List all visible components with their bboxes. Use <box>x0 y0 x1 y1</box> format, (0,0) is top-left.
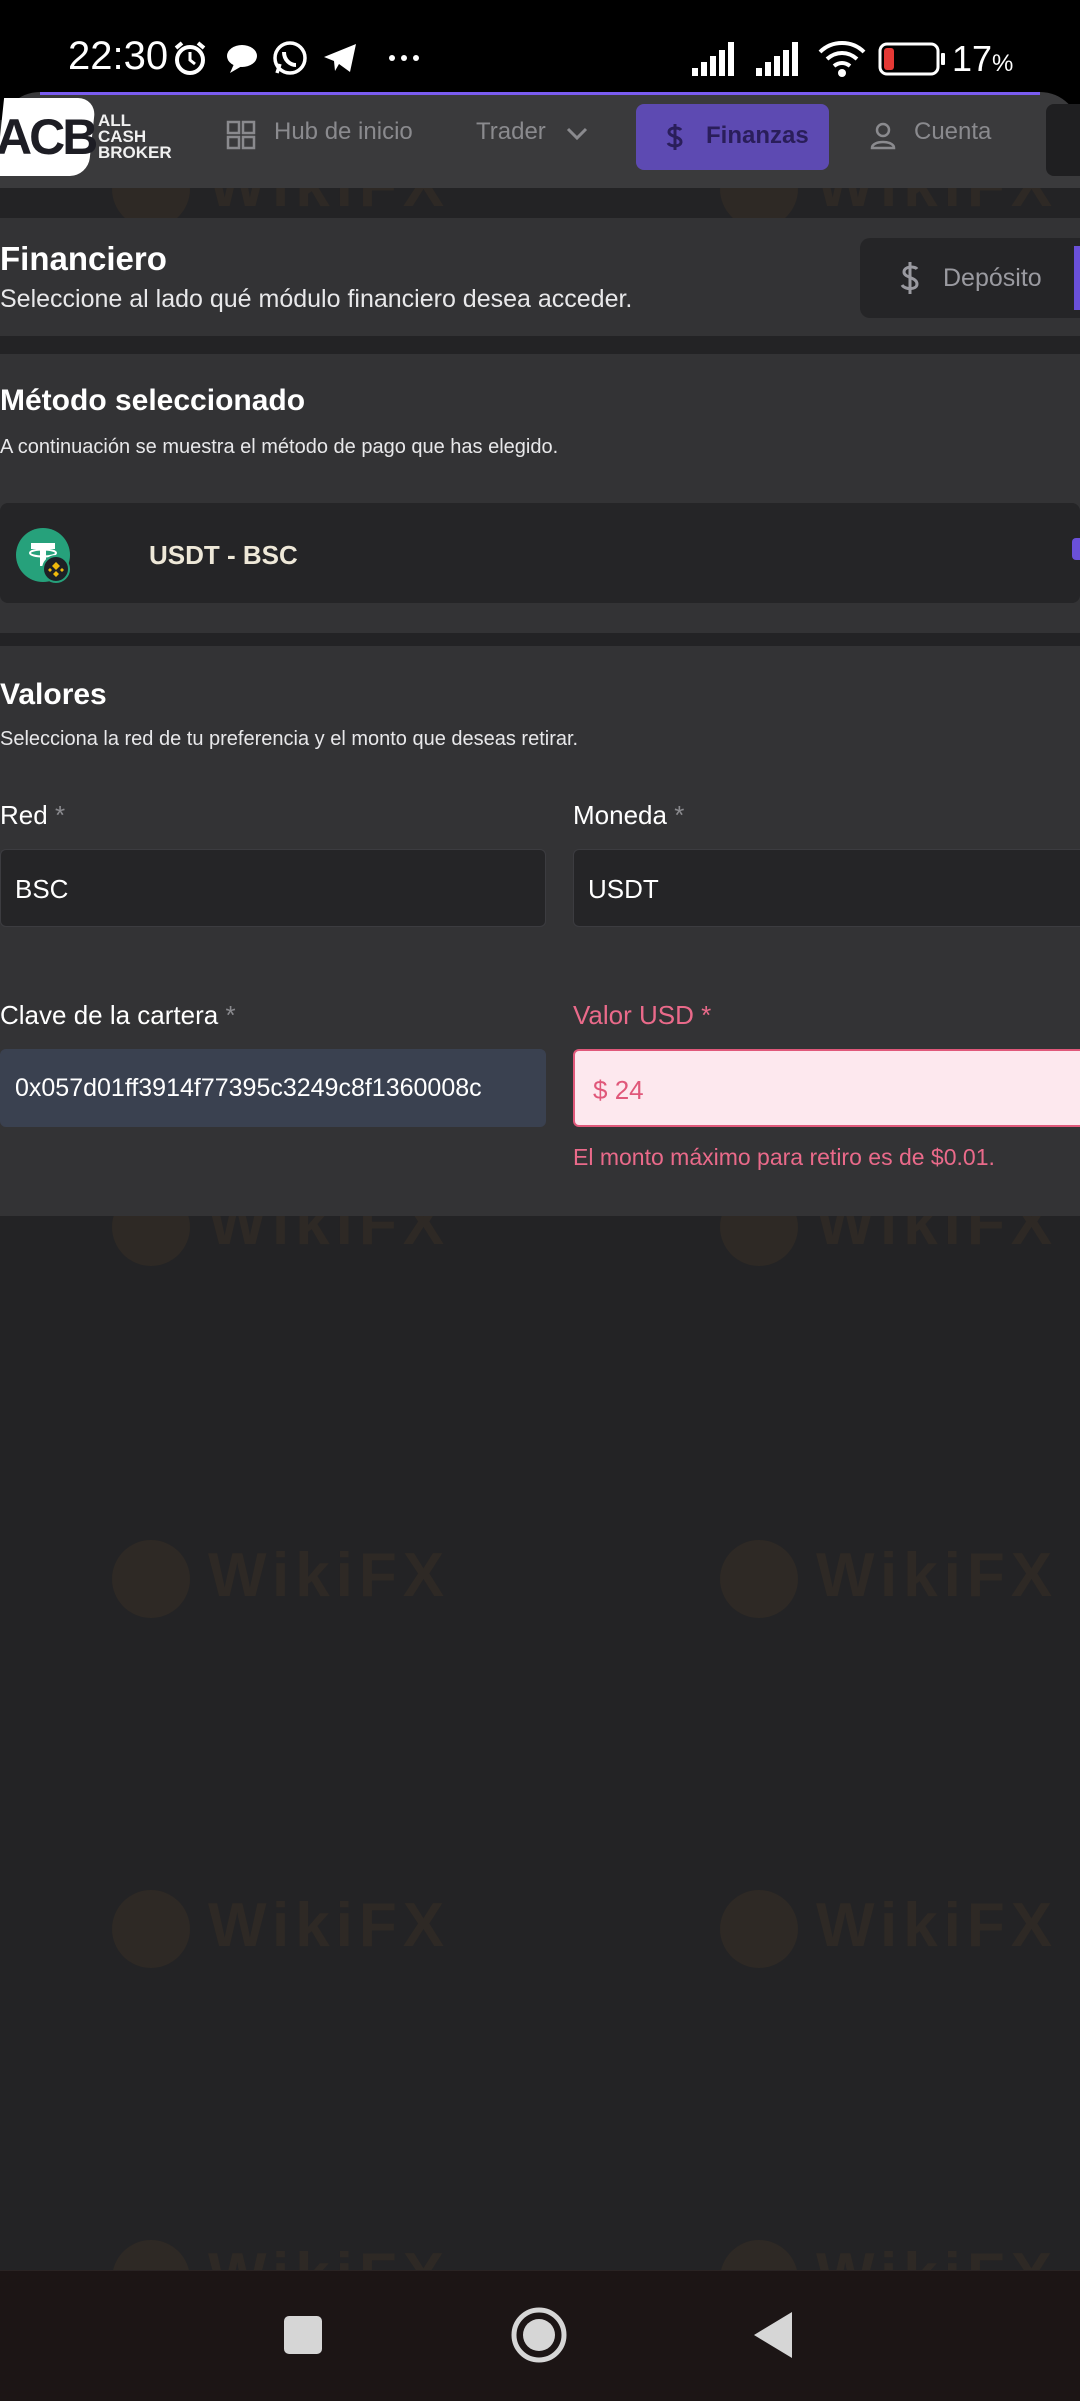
watermark-text: WikiFX <box>816 1891 1059 1960</box>
nav-item-cuenta-label: Cuenta <box>914 118 992 145</box>
user-icon <box>870 122 896 150</box>
nav-item-hub-label: Hub de inicio <box>274 118 413 145</box>
nav-item-trader[interactable]: Trader <box>476 118 606 158</box>
back-triangle-icon[interactable] <box>752 2310 796 2360</box>
moneda-label-text: Moneda <box>573 800 667 830</box>
red-label-text: Red <box>0 800 48 830</box>
battery-percent: 17% <box>952 38 1013 80</box>
battery-value: 17 <box>952 38 993 79</box>
watermark-logo-icon <box>720 1540 798 1618</box>
financiero-title: Financiero <box>0 240 167 277</box>
nav-item-cuenta[interactable]: Cuenta <box>870 118 1010 158</box>
usd-label: Valor USD * <box>573 1000 711 1031</box>
more-dots-icon <box>389 55 419 61</box>
nav-item-finanzas-label: Finanzas <box>706 122 809 149</box>
moneda-label: Moneda * <box>573 800 684 831</box>
bnb-icon <box>48 562 64 577</box>
red-label: Red * <box>0 800 65 831</box>
wallet-field[interactable]: 0x057d01ff3914f77395c3249c8f1360008c <box>0 1049 546 1127</box>
home-circle-icon[interactable] <box>510 2306 568 2364</box>
navbar-accent-line <box>40 92 1040 95</box>
valores-title: Valores <box>0 678 107 711</box>
battery-unit: % <box>992 50 1014 77</box>
watermark-text: WikiFX <box>208 1541 451 1610</box>
nav-overflow-button[interactable] <box>1046 104 1080 176</box>
method-radio-edge[interactable] <box>1072 538 1080 560</box>
usd-prefix: $ <box>593 1075 608 1105</box>
usd-label-text: Valor USD <box>573 1000 694 1030</box>
bsc-badge-icon <box>42 555 70 583</box>
metodo-subtitle: A continuación se muestra el método de p… <box>0 436 559 458</box>
grid-icon <box>226 120 256 150</box>
red-field[interactable]: BSC <box>0 849 546 927</box>
wallet-label: Clave de la cartera * <box>0 1000 236 1031</box>
watermark-logo-icon <box>112 1890 190 1968</box>
nav-item-trader-label: Trader <box>476 118 546 145</box>
wallet-field-value: 0x057d01ff3914f77395c3249c8f1360008c <box>15 1074 482 1102</box>
deposit-tab-label: Depósito <box>943 264 1042 292</box>
signal-2-icon <box>756 42 798 76</box>
battery-icon <box>878 42 945 76</box>
usd-amount-value: $ 24 <box>593 1075 644 1106</box>
watermark-logo-icon <box>720 1890 798 1968</box>
chat-bubble-icon <box>227 45 257 73</box>
metodo-title: Método seleccionado <box>0 384 306 417</box>
signal-1-icon <box>692 42 734 76</box>
dollar-icon <box>900 262 919 294</box>
brand-logo-line-3: BROKER <box>98 143 172 162</box>
whatsapp-icon <box>273 41 307 75</box>
required-mark: * <box>225 1000 236 1030</box>
required-mark: * <box>674 800 685 830</box>
chevron-down-icon <box>566 127 588 141</box>
usd-error-message: El monto máximo para retiro es de $0.01. <box>573 1144 995 1170</box>
usd-amount-field[interactable]: $ 24 <box>573 1049 1080 1127</box>
wallet-label-text: Clave de la cartera <box>0 1000 219 1030</box>
telegram-icon <box>324 44 356 72</box>
watermark-text: WikiFX <box>816 1541 1059 1610</box>
red-field-value: BSC <box>15 874 69 904</box>
moneda-field-value: USDT <box>588 874 659 904</box>
withdraw-tab-edge[interactable] <box>1074 246 1080 310</box>
required-mark: * <box>54 800 66 830</box>
required-mark: * <box>701 1000 712 1030</box>
usd-value-text: 24 <box>614 1075 644 1105</box>
recents-square-icon[interactable] <box>282 2314 324 2356</box>
watermark-text: WikiFX <box>208 1891 451 1960</box>
moneda-field[interactable]: USDT <box>573 849 1080 927</box>
financiero-subtitle: Seleccione al lado qué módulo financiero… <box>0 285 633 313</box>
dollar-icon <box>666 124 683 150</box>
wifi-icon <box>818 41 866 77</box>
valores-subtitle: Selecciona la red de tu preferencia y el… <box>0 728 579 750</box>
alarm-icon <box>174 41 206 75</box>
status-time: 22:30 <box>68 34 169 78</box>
watermark-logo-icon <box>112 1540 190 1618</box>
selected-method-name: USDT - BSC <box>149 540 298 570</box>
brand-logo-text: ACB <box>0 109 98 165</box>
